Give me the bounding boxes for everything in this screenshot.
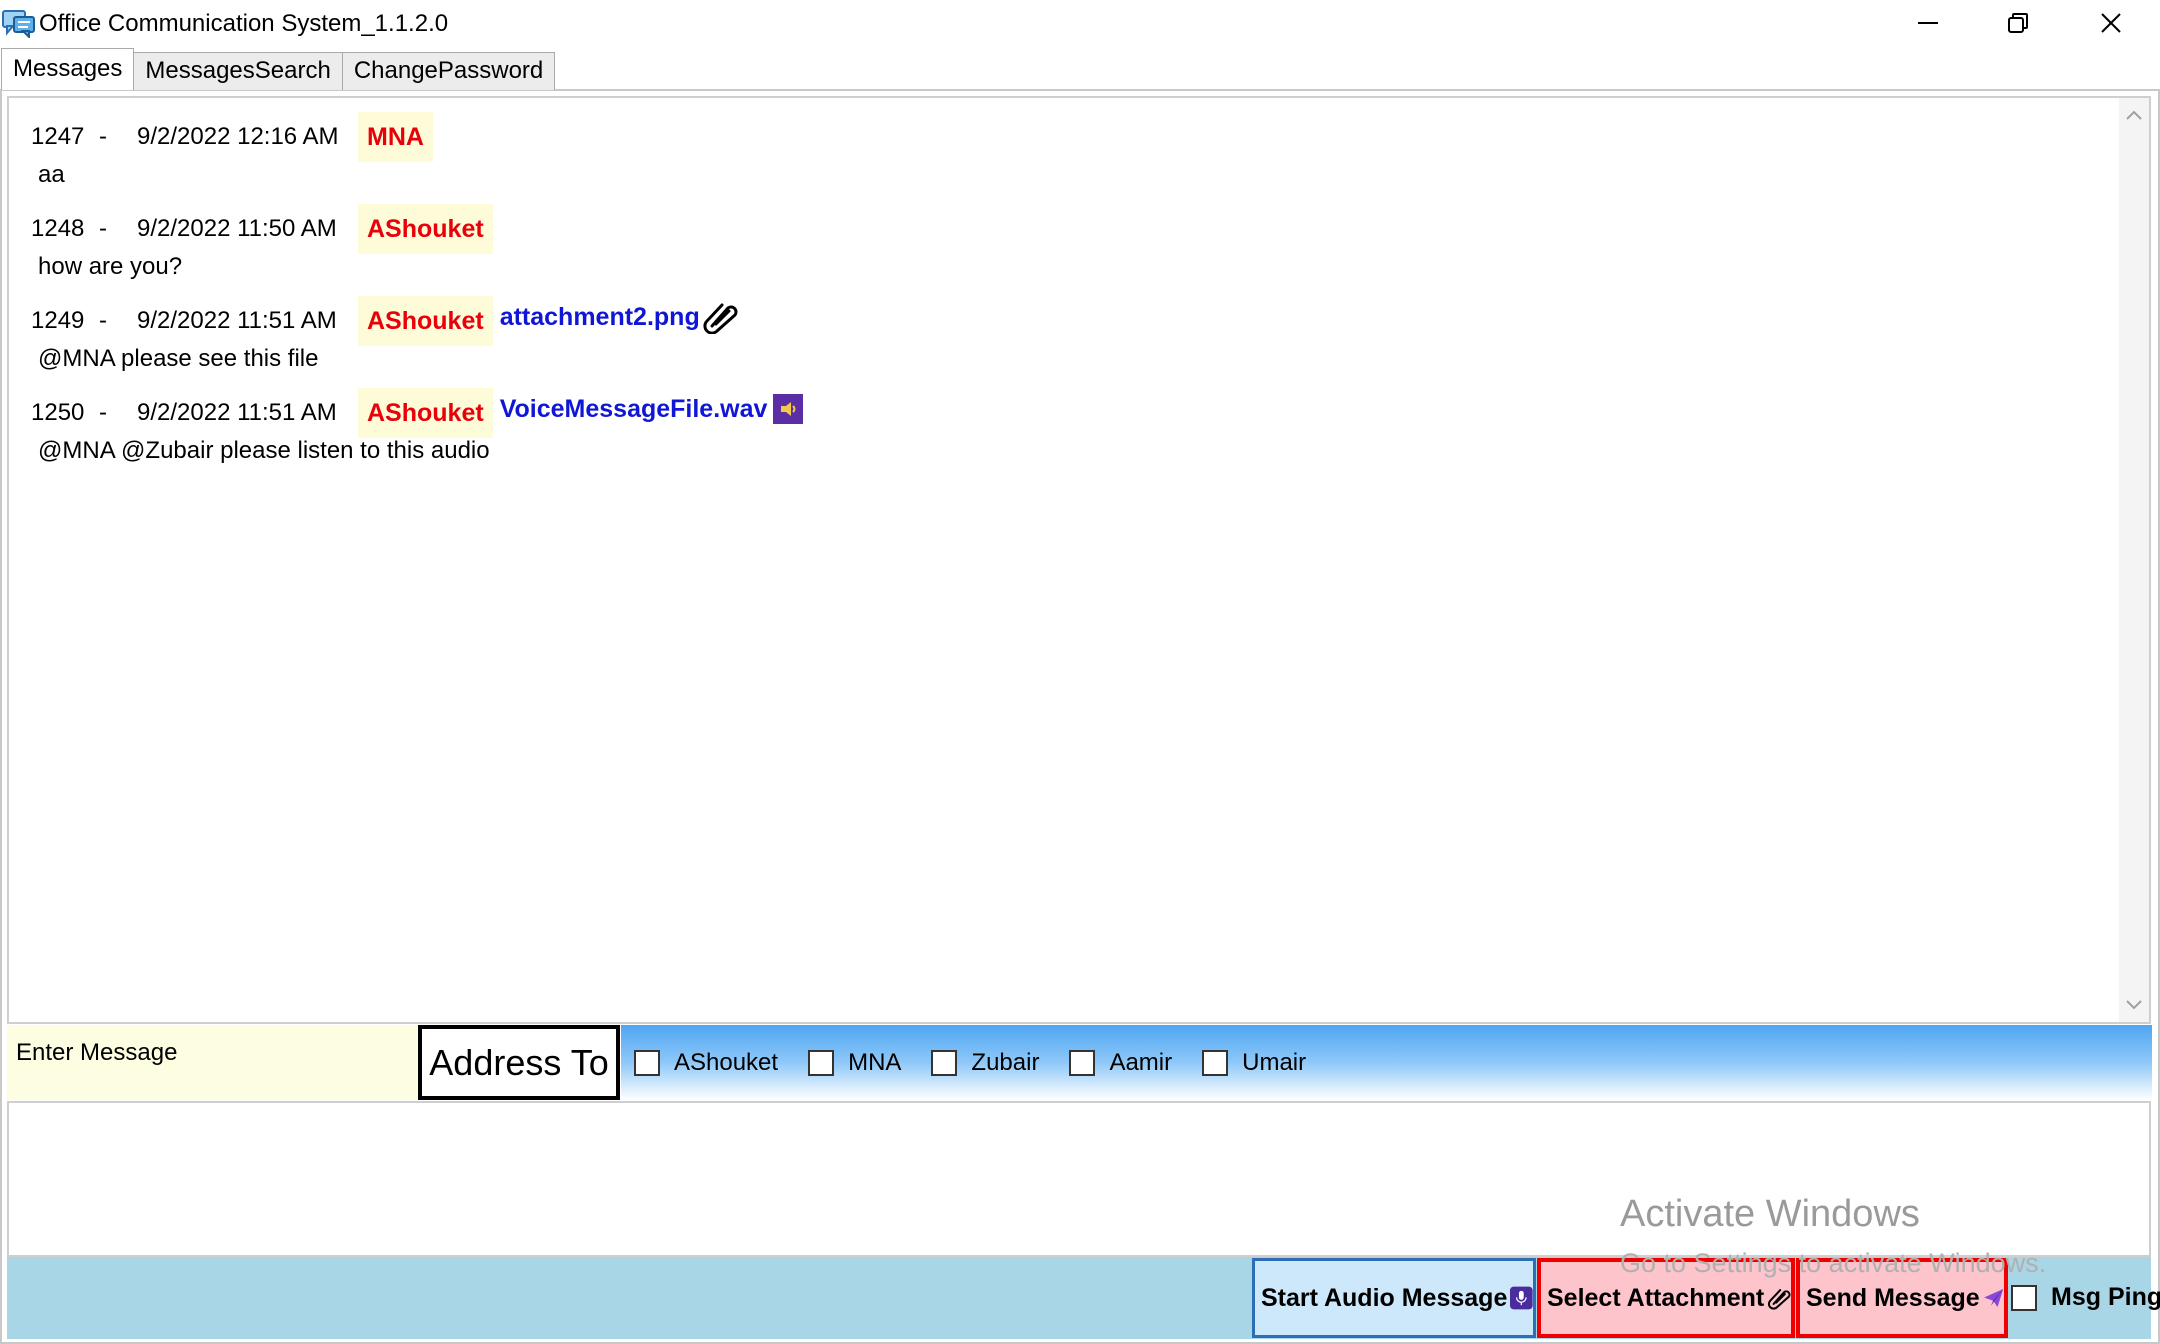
close-button[interactable]: [2066, 0, 2156, 46]
message-id: 1249: [31, 307, 85, 334]
start-audio-message-button[interactable]: Start Audio Message: [1252, 1258, 1536, 1338]
enter-message-label: Enter Message: [7, 1025, 417, 1100]
recipient-checkbox[interactable]: [1202, 1049, 1229, 1076]
message-header: 1248 - 9/2/2022 11:50 AM AShouket: [31, 204, 493, 254]
send-message-label: Send Message: [1806, 1283, 1980, 1312]
recipient-ashouket[interactable]: AShouket: [634, 1049, 778, 1077]
message-sender: AShouket: [358, 296, 493, 346]
recipient-checkbox[interactable]: [1069, 1049, 1096, 1076]
message-list[interactable]: 1247 - 9/2/2022 12:16 AM MNA aa 1248 - 9…: [7, 96, 2151, 1024]
recipient-umair[interactable]: Umair: [1202, 1049, 1306, 1077]
title-bar: Office Communication System_1.1.2.0: [0, 0, 2160, 46]
recipient-label: Aamir: [1109, 1048, 1173, 1076]
minimize-icon: [1918, 22, 1938, 24]
paper-plane-icon: [1983, 1289, 2003, 1307]
recipient-label: AShouket: [674, 1048, 779, 1076]
message-text: aa: [38, 161, 65, 188]
msg-ping-toggle[interactable]: Msg Ping: [2011, 1283, 2160, 1312]
chat-bubbles-icon: [2, 10, 35, 38]
message-sender: MNA: [358, 112, 433, 162]
attachment-filename[interactable]: attachment2.png: [500, 303, 700, 332]
tab-change-password[interactable]: ChangePassword: [341, 52, 556, 90]
restore-button[interactable]: [1973, 0, 2063, 46]
activation-watermark-subtitle: Go to Settings to activate Windows.: [1620, 1248, 2047, 1278]
message-list-scrollbar[interactable]: [2119, 98, 2149, 1022]
message-separator: -: [99, 399, 107, 426]
recipient-checkbox[interactable]: [808, 1049, 835, 1076]
start-audio-message-label: Start Audio Message: [1261, 1283, 1508, 1312]
recipient-zubair[interactable]: Zubair: [931, 1049, 1039, 1077]
message-sender: AShouket: [358, 388, 493, 438]
recipient-mna[interactable]: MNA: [808, 1049, 901, 1077]
message-date: 9/2/2022 12:16 AM: [137, 123, 339, 150]
message-text: @MNA @Zubair please listen to this audio: [38, 437, 490, 464]
activation-watermark-title: Activate Windows: [1620, 1193, 1920, 1235]
recipient-checkbox[interactable]: [931, 1049, 958, 1076]
recipient-aamir[interactable]: Aamir: [1069, 1049, 1172, 1077]
message-id: 1250: [31, 399, 85, 426]
message-header: 1247 - 9/2/2022 12:16 AM MNA: [31, 112, 433, 162]
msg-ping-checkbox[interactable]: [2011, 1284, 2037, 1311]
address-to-label: Address To: [418, 1025, 620, 1100]
message-id: 1248: [31, 215, 85, 242]
message-sender: AShouket: [358, 204, 493, 254]
tab-messages-search[interactable]: MessagesSearch: [133, 52, 343, 90]
message-id: 1247: [31, 123, 85, 150]
close-icon: [2101, 13, 2121, 33]
scroll-up-icon[interactable]: [2125, 108, 2143, 122]
message-text: @MNA please see this file: [38, 345, 319, 372]
recipient-label: Zubair: [971, 1048, 1040, 1076]
minimize-button[interactable]: [1883, 0, 1973, 46]
message-header: 1250 - 9/2/2022 11:51 AM AShouket VoiceM…: [31, 388, 804, 438]
message-separator: -: [99, 307, 107, 334]
message-separator: -: [99, 123, 107, 150]
restore-icon: [2008, 13, 2028, 33]
select-attachment-label: Select Attachment: [1547, 1283, 1765, 1312]
message-date: 9/2/2022 11:51 AM: [137, 399, 337, 426]
message-text: how are you?: [38, 253, 183, 280]
recipient-checkbox[interactable]: [634, 1049, 660, 1076]
attachment-filename[interactable]: VoiceMessageFile.wav: [500, 395, 768, 424]
message-separator: -: [99, 215, 107, 242]
attachment-link[interactable]: attachment2.png: [500, 300, 738, 334]
message-date: 9/2/2022 11:51 AM: [137, 307, 337, 334]
scroll-down-icon[interactable]: [2125, 998, 2143, 1012]
msg-ping-label: Msg Ping: [2051, 1283, 2160, 1311]
speaker-icon: [773, 394, 804, 424]
attachment-link[interactable]: VoiceMessageFile.wav: [500, 394, 804, 424]
message-header: 1249 - 9/2/2022 11:51 AM AShouket attach…: [31, 296, 738, 346]
window-title: Office Communication System_1.1.2.0: [39, 10, 449, 37]
recipient-list: AShouket MNA Zubair Aamir Umair: [621, 1025, 2152, 1100]
message-date: 9/2/2022 11:50 AM: [137, 215, 337, 242]
recipient-label: MNA: [848, 1048, 902, 1076]
tab-messages[interactable]: Messages: [1, 48, 135, 90]
microphone-icon: [1510, 1286, 1533, 1310]
recipient-label: Umair: [1242, 1048, 1307, 1076]
tab-strip: Messages MessagesSearch ChangePassword: [0, 48, 556, 90]
paperclip-icon: [1768, 1289, 1791, 1310]
paperclip-icon: [703, 303, 738, 334]
